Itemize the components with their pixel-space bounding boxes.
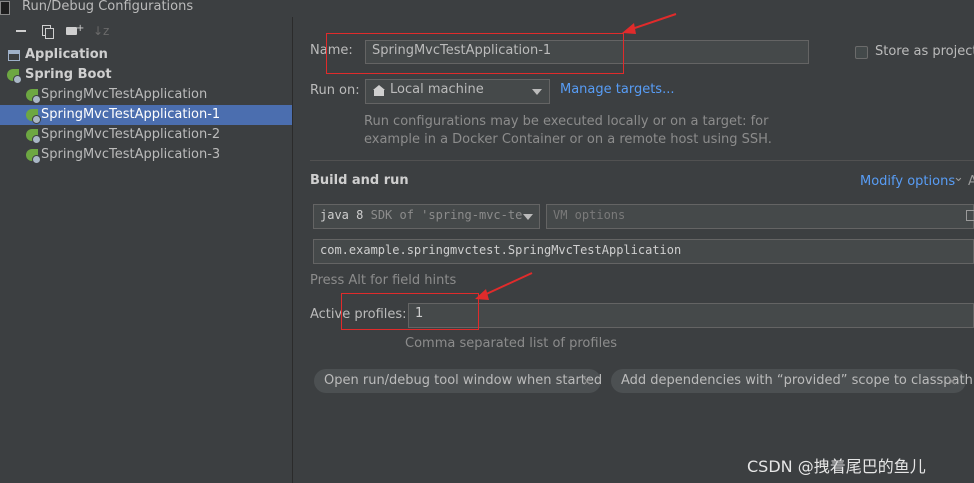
red-arrow-icon (475, 272, 533, 300)
annotation-arrows (475, 13, 677, 300)
csdn-watermark: CSDN @拽着尾巴的鱼儿 (747, 457, 926, 476)
red-arrow-icon (622, 13, 677, 34)
